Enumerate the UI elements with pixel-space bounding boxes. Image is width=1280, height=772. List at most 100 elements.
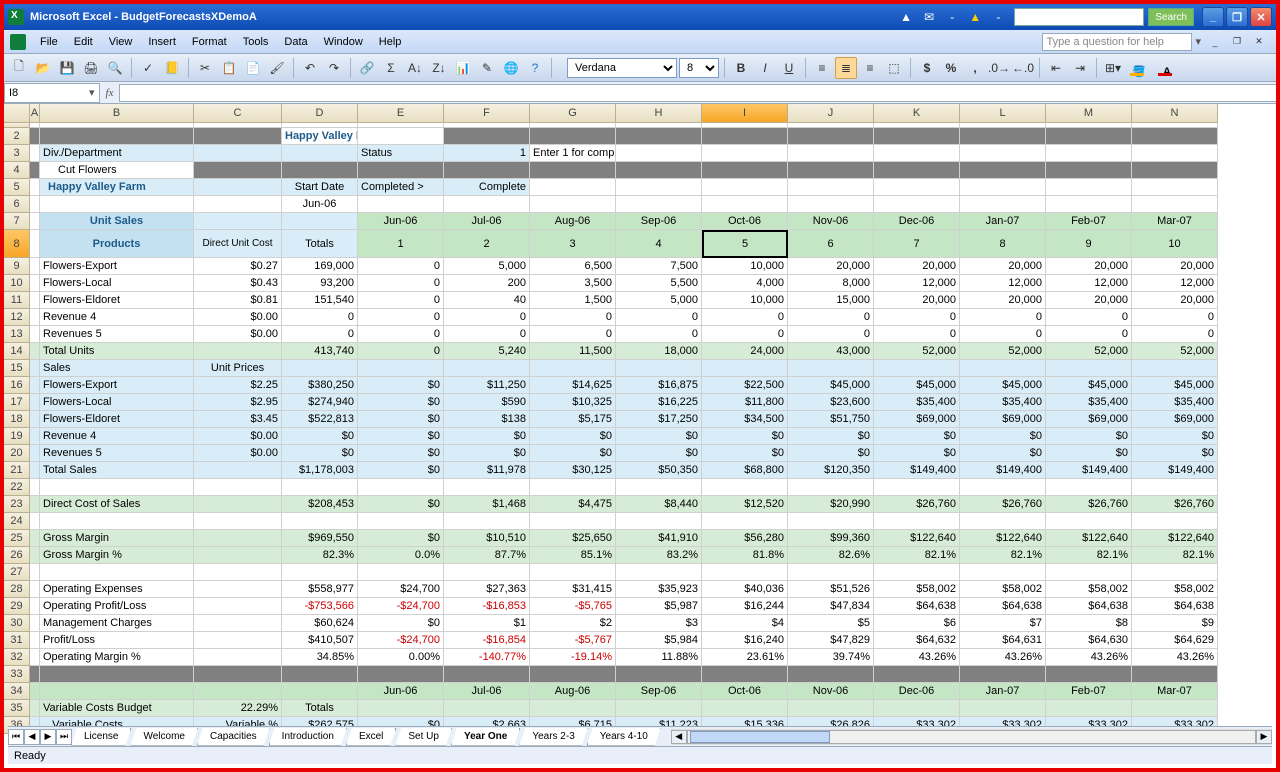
- cell-H4[interactable]: [616, 162, 702, 179]
- cell-I15[interactable]: [702, 360, 788, 377]
- cell-H15[interactable]: [616, 360, 702, 377]
- cell-L12[interactable]: 0: [960, 309, 1046, 326]
- row-23[interactable]: 23: [4, 496, 30, 513]
- row-9[interactable]: 9: [4, 258, 30, 275]
- cell-D20[interactable]: $0: [282, 445, 358, 462]
- cell-G20[interactable]: $0: [530, 445, 616, 462]
- copy-icon[interactable]: 📋: [218, 57, 240, 79]
- cell-K34[interactable]: Dec-06: [874, 683, 960, 700]
- cell-H11[interactable]: 5,000: [616, 292, 702, 309]
- cell-N26[interactable]: 82.1%: [1132, 547, 1218, 564]
- help-icon[interactable]: ?: [524, 57, 546, 79]
- cell-E31[interactable]: -$24,700: [358, 632, 444, 649]
- cell-C25[interactable]: [194, 530, 282, 547]
- row-18[interactable]: 18: [4, 411, 30, 428]
- cell-I27[interactable]: [702, 564, 788, 581]
- fx-icon[interactable]: fx: [100, 87, 120, 99]
- cell-K32[interactable]: 43.26%: [874, 649, 960, 666]
- cell-A7[interactable]: [30, 213, 40, 230]
- cell-C16[interactable]: $2.25: [194, 377, 282, 394]
- row-32[interactable]: 32: [4, 649, 30, 666]
- cell-I31[interactable]: $16,240: [702, 632, 788, 649]
- cell-J26[interactable]: 82.6%: [788, 547, 874, 564]
- cell-N32[interactable]: 43.26%: [1132, 649, 1218, 666]
- cell-H6[interactable]: [616, 196, 702, 213]
- cell-B13[interactable]: Revenues 5: [40, 326, 194, 343]
- cell-E35[interactable]: [358, 700, 444, 717]
- cell-E32[interactable]: 0.00%: [358, 649, 444, 666]
- cell-C13[interactable]: $0.00: [194, 326, 282, 343]
- cell-G8[interactable]: 3: [530, 230, 616, 258]
- help-search[interactable]: [1042, 33, 1192, 51]
- sheet-tab-introduction[interactable]: Introduction: [269, 728, 347, 746]
- cell-D11[interactable]: 151,540: [282, 292, 358, 309]
- cell-N24[interactable]: [1132, 513, 1218, 530]
- cell-A5[interactable]: [30, 179, 40, 196]
- bold-icon[interactable]: B: [730, 57, 752, 79]
- cell-A3[interactable]: [30, 145, 40, 162]
- col-A[interactable]: A: [30, 104, 40, 123]
- cell-B17[interactable]: Flowers-Local: [40, 394, 194, 411]
- cell-D32[interactable]: 34.85%: [282, 649, 358, 666]
- cell-M22[interactable]: [1046, 479, 1132, 496]
- cell-L35[interactable]: [960, 700, 1046, 717]
- cell-H12[interactable]: 0: [616, 309, 702, 326]
- menu-tools[interactable]: Tools: [235, 33, 277, 51]
- row-3[interactable]: 3: [4, 145, 30, 162]
- cell-F3[interactable]: 1: [444, 145, 530, 162]
- cell-E3[interactable]: Status: [358, 145, 444, 162]
- cell-H13[interactable]: 0: [616, 326, 702, 343]
- cell-G28[interactable]: $31,415: [530, 581, 616, 598]
- cell-E4[interactable]: [358, 162, 444, 179]
- cell-C28[interactable]: [194, 581, 282, 598]
- cell-E24[interactable]: [358, 513, 444, 530]
- row-11[interactable]: 11: [4, 292, 30, 309]
- cell-E21[interactable]: $0: [358, 462, 444, 479]
- cell-F32[interactable]: -140.77%: [444, 649, 530, 666]
- row-13[interactable]: 13: [4, 326, 30, 343]
- cell-H27[interactable]: [616, 564, 702, 581]
- cell-J5[interactable]: [788, 179, 874, 196]
- cell-K28[interactable]: $58,002: [874, 581, 960, 598]
- cell-C12[interactable]: $0.00: [194, 309, 282, 326]
- cell-K3[interactable]: [874, 145, 960, 162]
- percent-icon[interactable]: %: [940, 57, 962, 79]
- cell-J3[interactable]: [788, 145, 874, 162]
- cell-M28[interactable]: $58,002: [1046, 581, 1132, 598]
- cell-H22[interactable]: [616, 479, 702, 496]
- preview-icon[interactable]: 🔍: [104, 57, 126, 79]
- cell-C20[interactable]: $0.00: [194, 445, 282, 462]
- cell-C34[interactable]: [194, 683, 282, 700]
- cell-N31[interactable]: $64,629: [1132, 632, 1218, 649]
- cell-B27[interactable]: [40, 564, 194, 581]
- cell-I11[interactable]: 10,000: [702, 292, 788, 309]
- cell-N19[interactable]: $0: [1132, 428, 1218, 445]
- cell-H7[interactable]: Sep-06: [616, 213, 702, 230]
- cell-E11[interactable]: 0: [358, 292, 444, 309]
- cell-J25[interactable]: $99,360: [788, 530, 874, 547]
- cell-F5[interactable]: Complete: [444, 179, 530, 196]
- cell-N27[interactable]: [1132, 564, 1218, 581]
- cell-F19[interactable]: $0: [444, 428, 530, 445]
- cell-M35[interactable]: [1046, 700, 1132, 717]
- cell-C35[interactable]: 22.29%: [194, 700, 282, 717]
- cell-J6[interactable]: [788, 196, 874, 213]
- cell-B11[interactable]: Flowers-Eldoret: [40, 292, 194, 309]
- cell-C33[interactable]: [194, 666, 282, 683]
- cell-D18[interactable]: $522,813: [282, 411, 358, 428]
- cell-E15[interactable]: [358, 360, 444, 377]
- cell-F4[interactable]: [444, 162, 530, 179]
- cell-D22[interactable]: [282, 479, 358, 496]
- col-K[interactable]: K: [874, 104, 960, 123]
- align-center-icon[interactable]: ≣: [835, 57, 857, 79]
- col-L[interactable]: L: [960, 104, 1046, 123]
- cell-M33[interactable]: [1046, 666, 1132, 683]
- cell-E28[interactable]: $24,700: [358, 581, 444, 598]
- cell-G16[interactable]: $14,625: [530, 377, 616, 394]
- new-icon[interactable]: 🗋: [8, 57, 30, 79]
- cell-M26[interactable]: 82.1%: [1046, 547, 1132, 564]
- cell-I14[interactable]: 24,000: [702, 343, 788, 360]
- cell-F2[interactable]: [444, 128, 530, 145]
- cell-J8[interactable]: 6: [788, 230, 874, 258]
- cell-D12[interactable]: 0: [282, 309, 358, 326]
